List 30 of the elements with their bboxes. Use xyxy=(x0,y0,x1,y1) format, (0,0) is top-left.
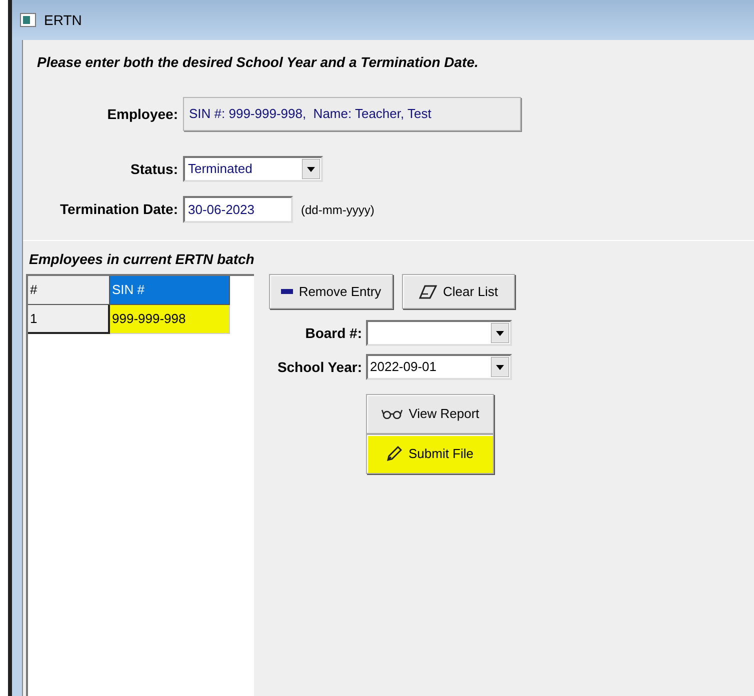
field-label: Termination Date: xyxy=(59,200,179,219)
clear-list-button[interactable]: Clear List xyxy=(402,274,515,309)
field-label: Status: xyxy=(130,160,179,178)
field-label: Board #: xyxy=(304,324,363,342)
window-title: ERTN xyxy=(44,10,82,30)
minus-icon xyxy=(280,289,293,294)
submit-button[interactable]: Submit File xyxy=(366,434,494,474)
window-icon xyxy=(20,13,36,27)
eraser-icon xyxy=(419,284,438,298)
dropdown-arrow-icon[interactable] xyxy=(491,323,509,343)
instruction-text: Please enter both the desired School Year and a Termination Date. xyxy=(37,53,480,72)
pen-icon xyxy=(386,446,402,462)
field-label: School Year: xyxy=(276,358,363,376)
employee-info-box: SIN #: 999-999-998, Name: Teacher, Test xyxy=(183,97,521,131)
remove-entry-button[interactable]: Remove Entry xyxy=(269,274,393,309)
board-dropdown[interactable] xyxy=(366,320,512,346)
status-dropdown[interactable]: Terminated xyxy=(183,156,323,182)
field-label: Employee: xyxy=(106,104,179,124)
section-heading: Employees in current ERTN batch xyxy=(29,250,256,269)
school-year-dropdown[interactable]: 2022-09-01 xyxy=(366,354,512,380)
dropdown-arrow-icon[interactable] xyxy=(302,159,320,179)
view-report-button[interactable]: View Report xyxy=(366,394,494,434)
termination-date-field[interactable]: 30-06-2023 xyxy=(183,196,293,223)
dropdown-arrow-icon[interactable] xyxy=(491,357,509,377)
glasses-icon xyxy=(380,409,403,419)
column-header[interactable]: # xyxy=(28,276,110,305)
date-format-hint: (dd-mm-yyyy) xyxy=(301,202,374,218)
column-header[interactable]: SIN # xyxy=(110,276,230,305)
table-cell: 999-999-998 xyxy=(110,305,230,334)
row-number-cell: 1 xyxy=(28,305,110,334)
